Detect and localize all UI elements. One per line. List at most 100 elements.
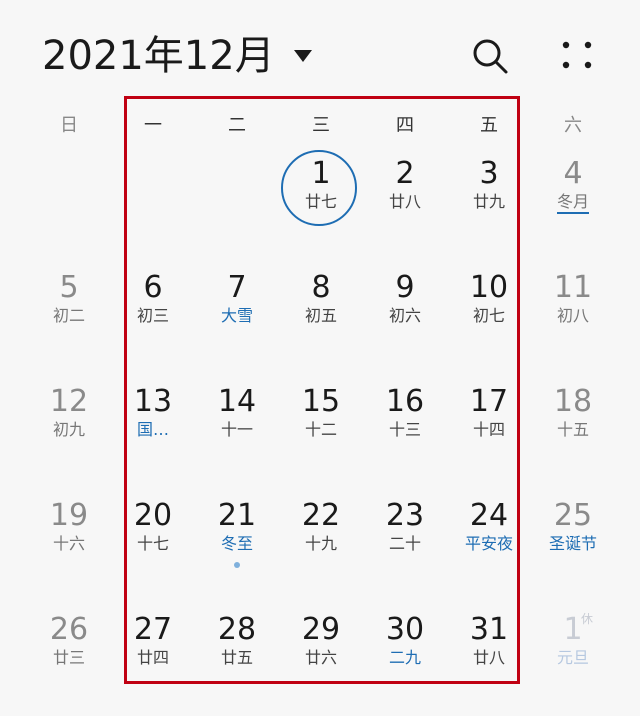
date-number: 4 <box>563 156 583 191</box>
lunar-date: 初七 <box>472 306 505 325</box>
lunar-date: 初八 <box>556 306 589 325</box>
date-number: 28 <box>217 612 257 647</box>
date-number: 29 <box>301 612 341 647</box>
lunar-date: 初五 <box>304 306 337 325</box>
date-number: 1 <box>311 156 331 191</box>
weekday-label: 四 <box>396 115 414 136</box>
date-number: 24 <box>469 498 509 533</box>
lunar-date: 十四 <box>472 420 505 439</box>
calendar-grid: 1 廿七 2 廿八 3 廿九 4 冬月 5 初二 6 初三 7 大雪 8 初五 9 初六 10 初七 11 初八 12 初九 1… <box>27 150 613 696</box>
date-number: 23 <box>385 498 425 533</box>
lunar-date: 十三 <box>388 420 421 439</box>
festival-label: 圣诞节 <box>548 534 597 553</box>
date-cell[interactable]: 27 廿四 <box>111 606 195 716</box>
date-number: 19 <box>49 498 89 533</box>
date-number: 26 <box>49 612 89 647</box>
festival-label: 大雪 <box>220 306 253 325</box>
lunar-date: 十五 <box>556 420 589 439</box>
date-number: 16 <box>385 384 425 419</box>
date-number: 14 <box>217 384 257 419</box>
lunar-date: 十七 <box>136 534 169 553</box>
date-cell[interactable]: 20 十七 <box>111 492 195 602</box>
date-cell[interactable]: 16 十三 <box>363 378 447 488</box>
date-number: 7 <box>227 270 247 305</box>
date-number: 31 <box>469 612 509 647</box>
date-cell[interactable]: 21 冬至 <box>195 492 279 602</box>
lunar-date: 十九 <box>304 534 337 553</box>
date-cell[interactable]: 8 初五 <box>279 264 363 374</box>
lunar-date: 廿七 <box>304 192 337 211</box>
date-cell[interactable]: 17 十四 <box>447 378 531 488</box>
date-cell[interactable]: 26 廿三 <box>27 606 111 716</box>
date-cell[interactable]: 1 元旦 休 <box>531 606 615 716</box>
date-cell[interactable]: 6 初三 <box>111 264 195 374</box>
date-number: 10 <box>469 270 509 305</box>
calendar-header: 2021年12月 <box>0 0 640 100</box>
lunar-date: 元旦 <box>556 648 589 667</box>
date-number: 30 <box>385 612 425 647</box>
date-number: 18 <box>553 384 593 419</box>
lunar-date: 十六 <box>52 534 85 553</box>
date-number: 17 <box>469 384 509 419</box>
more-dots-icon[interactable] <box>560 38 594 72</box>
lunar-date: 廿六 <box>304 648 337 667</box>
date-cell[interactable]: 28 廿五 <box>195 606 279 716</box>
weekday-label: 日 <box>60 115 78 136</box>
caret-down-icon[interactable] <box>292 48 314 64</box>
lunar-date: 廿八 <box>388 192 421 211</box>
date-number: 25 <box>553 498 593 533</box>
date-cell[interactable]: 11 初八 <box>531 264 615 374</box>
date-cell[interactable]: 14 十一 <box>195 378 279 488</box>
lunar-date: 廿五 <box>220 648 253 667</box>
date-number: 6 <box>143 270 163 305</box>
event-dot <box>234 562 240 568</box>
lunar-date: 廿三 <box>52 648 85 667</box>
date-cell[interactable]: 5 初二 <box>27 264 111 374</box>
date-cell[interactable]: 2 廿八 <box>363 150 447 260</box>
date-cell[interactable]: 18 十五 <box>531 378 615 488</box>
date-cell[interactable]: 1 廿七 <box>279 150 363 260</box>
date-cell[interactable]: 9 初六 <box>363 264 447 374</box>
date-cell[interactable]: 19 十六 <box>27 492 111 602</box>
month-title[interactable]: 2021年12月 <box>42 30 275 82</box>
date-number: 21 <box>217 498 257 533</box>
weekday-label: 一 <box>144 115 162 136</box>
weekday-header-row: 日一二三四五六 <box>27 110 613 142</box>
lunar-date: 廿四 <box>136 648 169 667</box>
search-icon[interactable] <box>470 36 510 76</box>
lunar-date: 十二 <box>304 420 337 439</box>
date-number: 9 <box>395 270 415 305</box>
date-cell[interactable]: 24 平安夜 <box>447 492 531 602</box>
lunar-date: 二十 <box>388 534 421 553</box>
month-start-underline <box>557 212 589 214</box>
date-cell[interactable]: 23 二十 <box>363 492 447 602</box>
date-number: 27 <box>133 612 173 647</box>
date-number: 3 <box>479 156 499 191</box>
date-cell[interactable]: 13 国… <box>111 378 195 488</box>
date-number: 11 <box>553 270 593 305</box>
date-cell[interactable]: 30 二九 <box>363 606 447 716</box>
date-cell[interactable]: 31 廿八 <box>447 606 531 716</box>
date-cell[interactable]: 15 十二 <box>279 378 363 488</box>
festival-label: 国… <box>136 420 169 439</box>
lunar-date: 初九 <box>52 420 85 439</box>
date-number: 5 <box>59 270 79 305</box>
date-number: 20 <box>133 498 173 533</box>
date-cell[interactable]: 4 冬月 <box>531 150 615 260</box>
weekday-label: 三 <box>312 115 330 136</box>
date-cell[interactable]: 29 廿六 <box>279 606 363 716</box>
date-cell[interactable]: 10 初七 <box>447 264 531 374</box>
weekday-label: 二 <box>228 115 246 136</box>
date-cell[interactable]: 22 十九 <box>279 492 363 602</box>
weekday-label: 五 <box>480 115 498 136</box>
date-number: 13 <box>133 384 173 419</box>
date-cell[interactable]: 12 初九 <box>27 378 111 488</box>
date-cell[interactable]: 3 廿九 <box>447 150 531 260</box>
festival-label: 冬至 <box>220 534 253 553</box>
date-cell[interactable]: 25 圣诞节 <box>531 492 615 602</box>
lunar-date: 初二 <box>52 306 85 325</box>
date-cell[interactable]: 7 大雪 <box>195 264 279 374</box>
date-number: 2 <box>395 156 415 191</box>
date-number: 12 <box>49 384 89 419</box>
lunar-date: 冬月 <box>556 192 589 211</box>
